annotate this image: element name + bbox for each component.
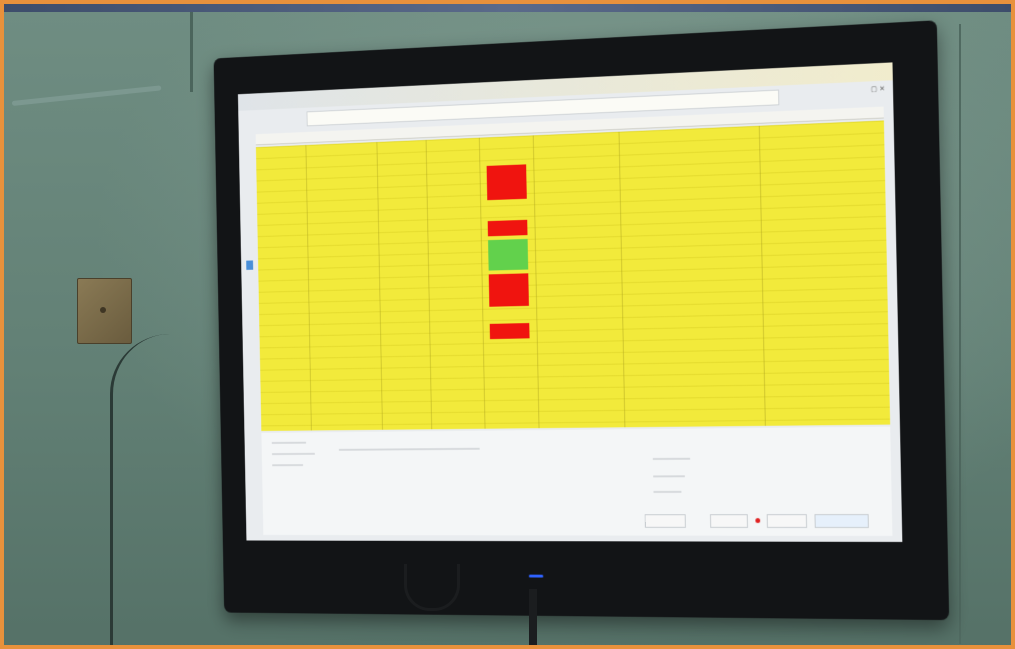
- cable-loop: [404, 564, 460, 611]
- row-selector-icon[interactable]: [246, 260, 254, 270]
- top-band: [4, 4, 1011, 12]
- photo-frame: ▢ ✕: [0, 0, 1015, 649]
- detail-line: [271, 441, 307, 444]
- column-divider: [478, 137, 486, 429]
- screen-button-1[interactable]: [644, 514, 686, 528]
- detail-line: [272, 464, 304, 467]
- detail-line: [652, 457, 691, 460]
- power-led: [528, 574, 544, 578]
- detail-line: [653, 490, 682, 493]
- screen-button-primary[interactable]: [814, 514, 869, 528]
- wall-cable: [110, 334, 173, 645]
- wall-seam-left: [190, 12, 193, 92]
- status-cell-alert: [486, 164, 527, 201]
- wall-seam-right: [959, 24, 961, 644]
- detail-line: [338, 447, 480, 451]
- status-cell-alert: [489, 323, 530, 340]
- column-divider: [305, 145, 312, 431]
- detail-line: [653, 475, 685, 478]
- column-divider: [425, 139, 433, 430]
- column-divider: [758, 125, 766, 426]
- detail-line: [272, 452, 315, 456]
- monitor: ▢ ✕: [213, 20, 950, 621]
- status-cell-ok: [488, 238, 529, 271]
- screen-button-3[interactable]: [766, 514, 808, 528]
- status-cell-alert: [488, 273, 529, 307]
- column-divider: [532, 135, 540, 429]
- column-divider: [618, 131, 626, 428]
- data-table: [255, 120, 891, 431]
- status-cell-alert: [487, 219, 528, 237]
- alert-dot-icon: [755, 518, 761, 524]
- monitor-screen: ▢ ✕: [237, 62, 903, 542]
- wall-electrical-box: [77, 278, 132, 344]
- window-controls[interactable]: ▢ ✕: [871, 85, 885, 94]
- screen-button-2[interactable]: [709, 514, 748, 528]
- column-divider: [376, 142, 383, 430]
- monitor-cable: [529, 589, 537, 645]
- details-panel: [261, 426, 893, 536]
